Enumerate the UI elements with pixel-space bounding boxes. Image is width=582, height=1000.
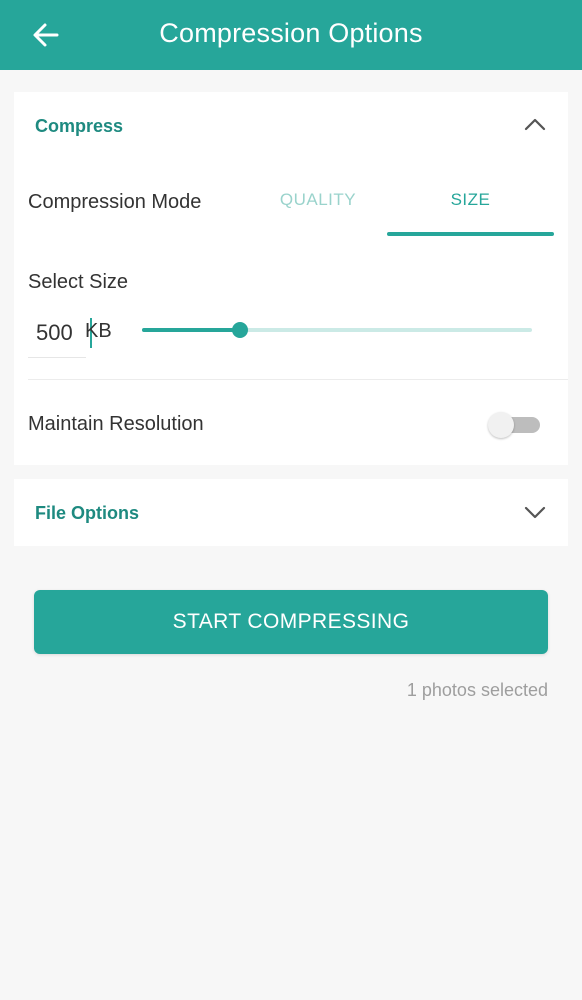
size-slider[interactable] (142, 318, 532, 342)
tab-selected-indicator (387, 232, 554, 236)
toggle-knob (488, 412, 514, 438)
file-options-section-title: File Options (35, 503, 140, 523)
size-value: 500 (36, 320, 73, 345)
compress-section-title: Compress (35, 116, 124, 136)
page-title: Compression Options (159, 18, 423, 48)
compress-card: Compress Compression Mode QUALITY SIZE S… (14, 92, 568, 465)
file-options-section-header[interactable]: File Options (14, 479, 568, 546)
tab-size[interactable]: SIZE (387, 176, 554, 238)
divider (28, 379, 568, 380)
select-size-label: Select Size (28, 271, 129, 293)
compress-section-header[interactable]: Compress (14, 92, 568, 159)
chevron-down-icon (524, 506, 546, 519)
file-options-card: File Options (14, 479, 568, 546)
tab-quality[interactable]: QUALITY (235, 176, 401, 238)
size-unit: KB (85, 320, 112, 342)
app-bar: Compression Options (0, 0, 582, 70)
start-compressing-button[interactable]: START COMPRESSING (34, 590, 548, 654)
slider-thumb[interactable] (232, 322, 248, 338)
size-input[interactable]: 500 (28, 316, 92, 358)
slider-fill (142, 328, 240, 332)
chevron-up-icon (524, 118, 546, 131)
maintain-resolution-label: Maintain Resolution (28, 413, 204, 435)
maintain-resolution-toggle[interactable] (488, 412, 542, 438)
compression-mode-label: Compression Mode (28, 191, 202, 213)
selection-status: 1 photos selected (406, 680, 548, 700)
compression-mode-tabs: QUALITY SIZE (235, 176, 568, 238)
